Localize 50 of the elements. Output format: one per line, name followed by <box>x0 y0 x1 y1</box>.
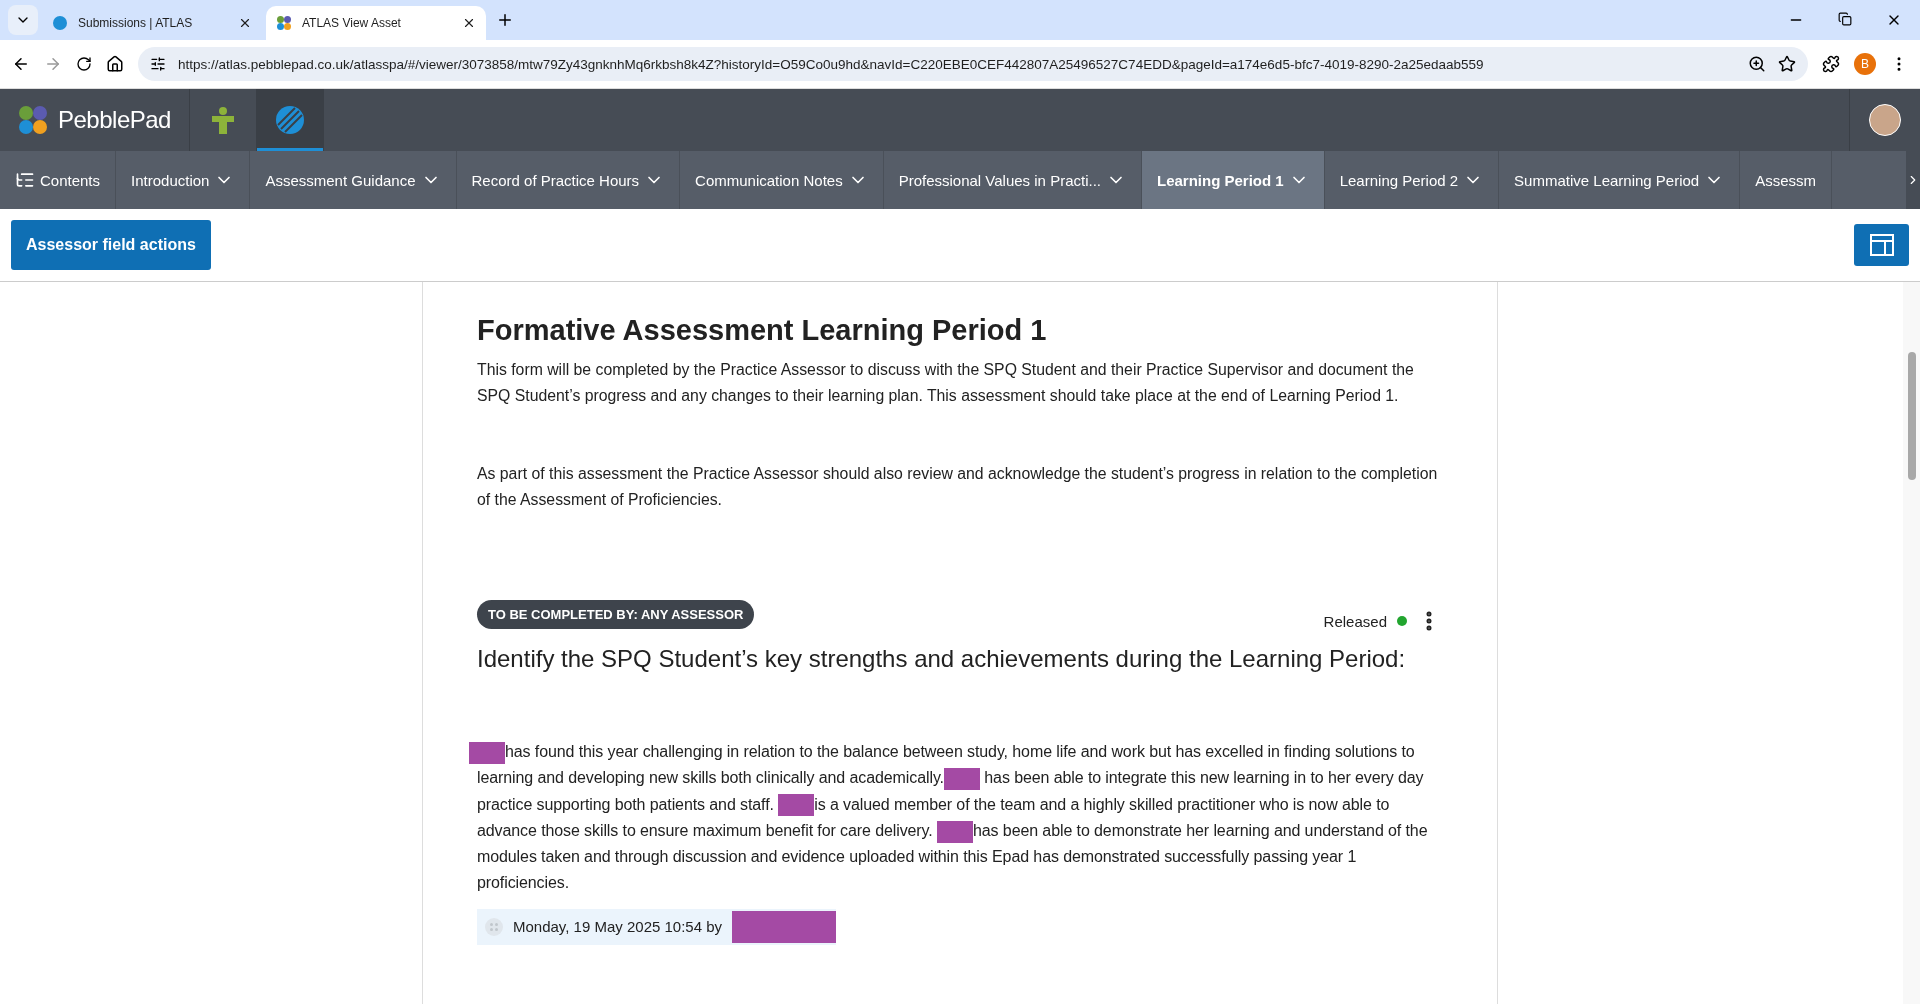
extensions-icon[interactable] <box>1822 55 1840 73</box>
nav-tab[interactable]: Assessm <box>1740 151 1833 209</box>
nav-tab[interactable]: Professional Values in Practi... <box>883 151 1142 209</box>
bookmark-star-icon[interactable] <box>1778 55 1796 73</box>
layout-icon <box>1869 234 1894 256</box>
nav-tab[interactable]: Assessment Guidance <box>250 151 457 209</box>
contents-icon <box>15 170 35 190</box>
answer-paragraph: has found this year challenging in relation to the balance between study, home life and work but has excelled in finding solutions to learning and developing new skills both clinically and academically. has been able to integrate this new learning in to her every day practice supporting both patients and staff. is a valued member of the team and a highly skilled practitioner who is now able to advance those skills to ensure maximum benefit for care delivery. has been able to demonstrate her learning and understand of the modules taken and through discussion and evidence uploaded within this Epad has demonstrated successfully passing year 1 proficiencies. <box>469 739 1441 897</box>
nav-tab[interactable]: Learning Period 2 <box>1324 151 1500 209</box>
user-avatar[interactable] <box>1869 104 1901 136</box>
brand-name: PebblePad <box>58 106 171 134</box>
new-tab-icon[interactable] <box>496 11 514 29</box>
layout-button[interactable] <box>1854 224 1909 266</box>
atlas-button[interactable] <box>256 89 324 151</box>
person-icon <box>211 106 234 134</box>
address-bar[interactable]: https://atlas.pebblepad.co.uk/atlasspa/#/viewer/3073858/mtw79Zy43gnknhMq6rkbsh8k4Z?historyId=O59Co0u9hd&navId=C220EBE0CEF442807A25496527C74EDD&pageId=a174e6d5-bfc7-4019-8290-2a25edaab559 <box>138 47 1808 81</box>
close-icon[interactable] <box>238 16 252 30</box>
nav-tab[interactable]: Summative Learning Period <box>1499 151 1741 209</box>
zoom-icon[interactable] <box>1748 55 1766 73</box>
browser-tab[interactable]: Submissions | ATLAS <box>42 6 262 40</box>
close-icon[interactable] <box>462 16 476 30</box>
question-heading: Identify the SPQ Student’s key strengths and achievements during the Learning Period: <box>477 645 1407 673</box>
tab-title: Submissions | ATLAS <box>78 16 194 30</box>
timestamp-text: Monday, 19 May 2025 10:54 by <box>513 918 723 936</box>
home-icon[interactable] <box>106 55 124 73</box>
status-text: Released <box>1323 612 1387 630</box>
status-dot <box>1397 616 1407 626</box>
assessor-actions-button[interactable]: Assessor field actions <box>11 220 211 270</box>
url-text: https://atlas.pebblepad.co.uk/atlasspa/#/viewer/3073858/mtw79Zy43gnknhMq6rkbsh8k4Z?historyId=O59Co0u9hd&navId=C220EBE0CEF442807A25496527C74EDD&pageId=a174e6d5-bfc7-4019-8290-2a25edaab559 <box>178 56 1485 72</box>
reload-icon[interactable] <box>76 56 92 72</box>
nav-tab[interactable]: Contents <box>0 151 117 209</box>
pebblepad-logo-icon <box>18 105 48 135</box>
forward-icon[interactable] <box>44 55 62 73</box>
intro-paragraph: As part of this assessment the Practice Assessor should also review and acknowledge the student’s progress in relation to the completion of the Assessment of Proficiencies. <box>477 464 1439 510</box>
restore-icon[interactable] <box>1838 12 1852 26</box>
dots-icon <box>485 917 503 936</box>
nav-tab[interactable]: Learning Period 1 <box>1142 151 1325 209</box>
pebblepad-logo-icon <box>276 15 292 31</box>
tab-title: ATLAS View Asset <box>302 16 402 30</box>
browser-tab[interactable]: ATLAS View Asset <box>266 6 486 40</box>
site-settings-icon[interactable] <box>150 56 166 72</box>
nav-tab[interactable]: Communication Notes <box>680 151 884 209</box>
back-icon[interactable] <box>12 55 30 73</box>
assessor-badge: TO BE COMPLETED BY: ANY ASSESSOR <box>477 599 755 629</box>
intro-paragraph: This form will be completed by the Practice Assessor to discuss with the SPQ Student and their Practice Supervisor and document the SPQ Student’s progress and any changes to their learning plan. This assessment should take place at the end of Learning Period 1. <box>477 360 1415 406</box>
scrollbar-thumb[interactable] <box>1908 352 1916 480</box>
nav-tab[interactable]: Introduction <box>116 151 251 209</box>
nav-tab[interactable]: Record of Practice Hours <box>456 151 681 209</box>
page-title: Formative Assessment Learning Period 1 <box>477 314 1048 347</box>
tab-list-button[interactable] <box>8 5 38 35</box>
